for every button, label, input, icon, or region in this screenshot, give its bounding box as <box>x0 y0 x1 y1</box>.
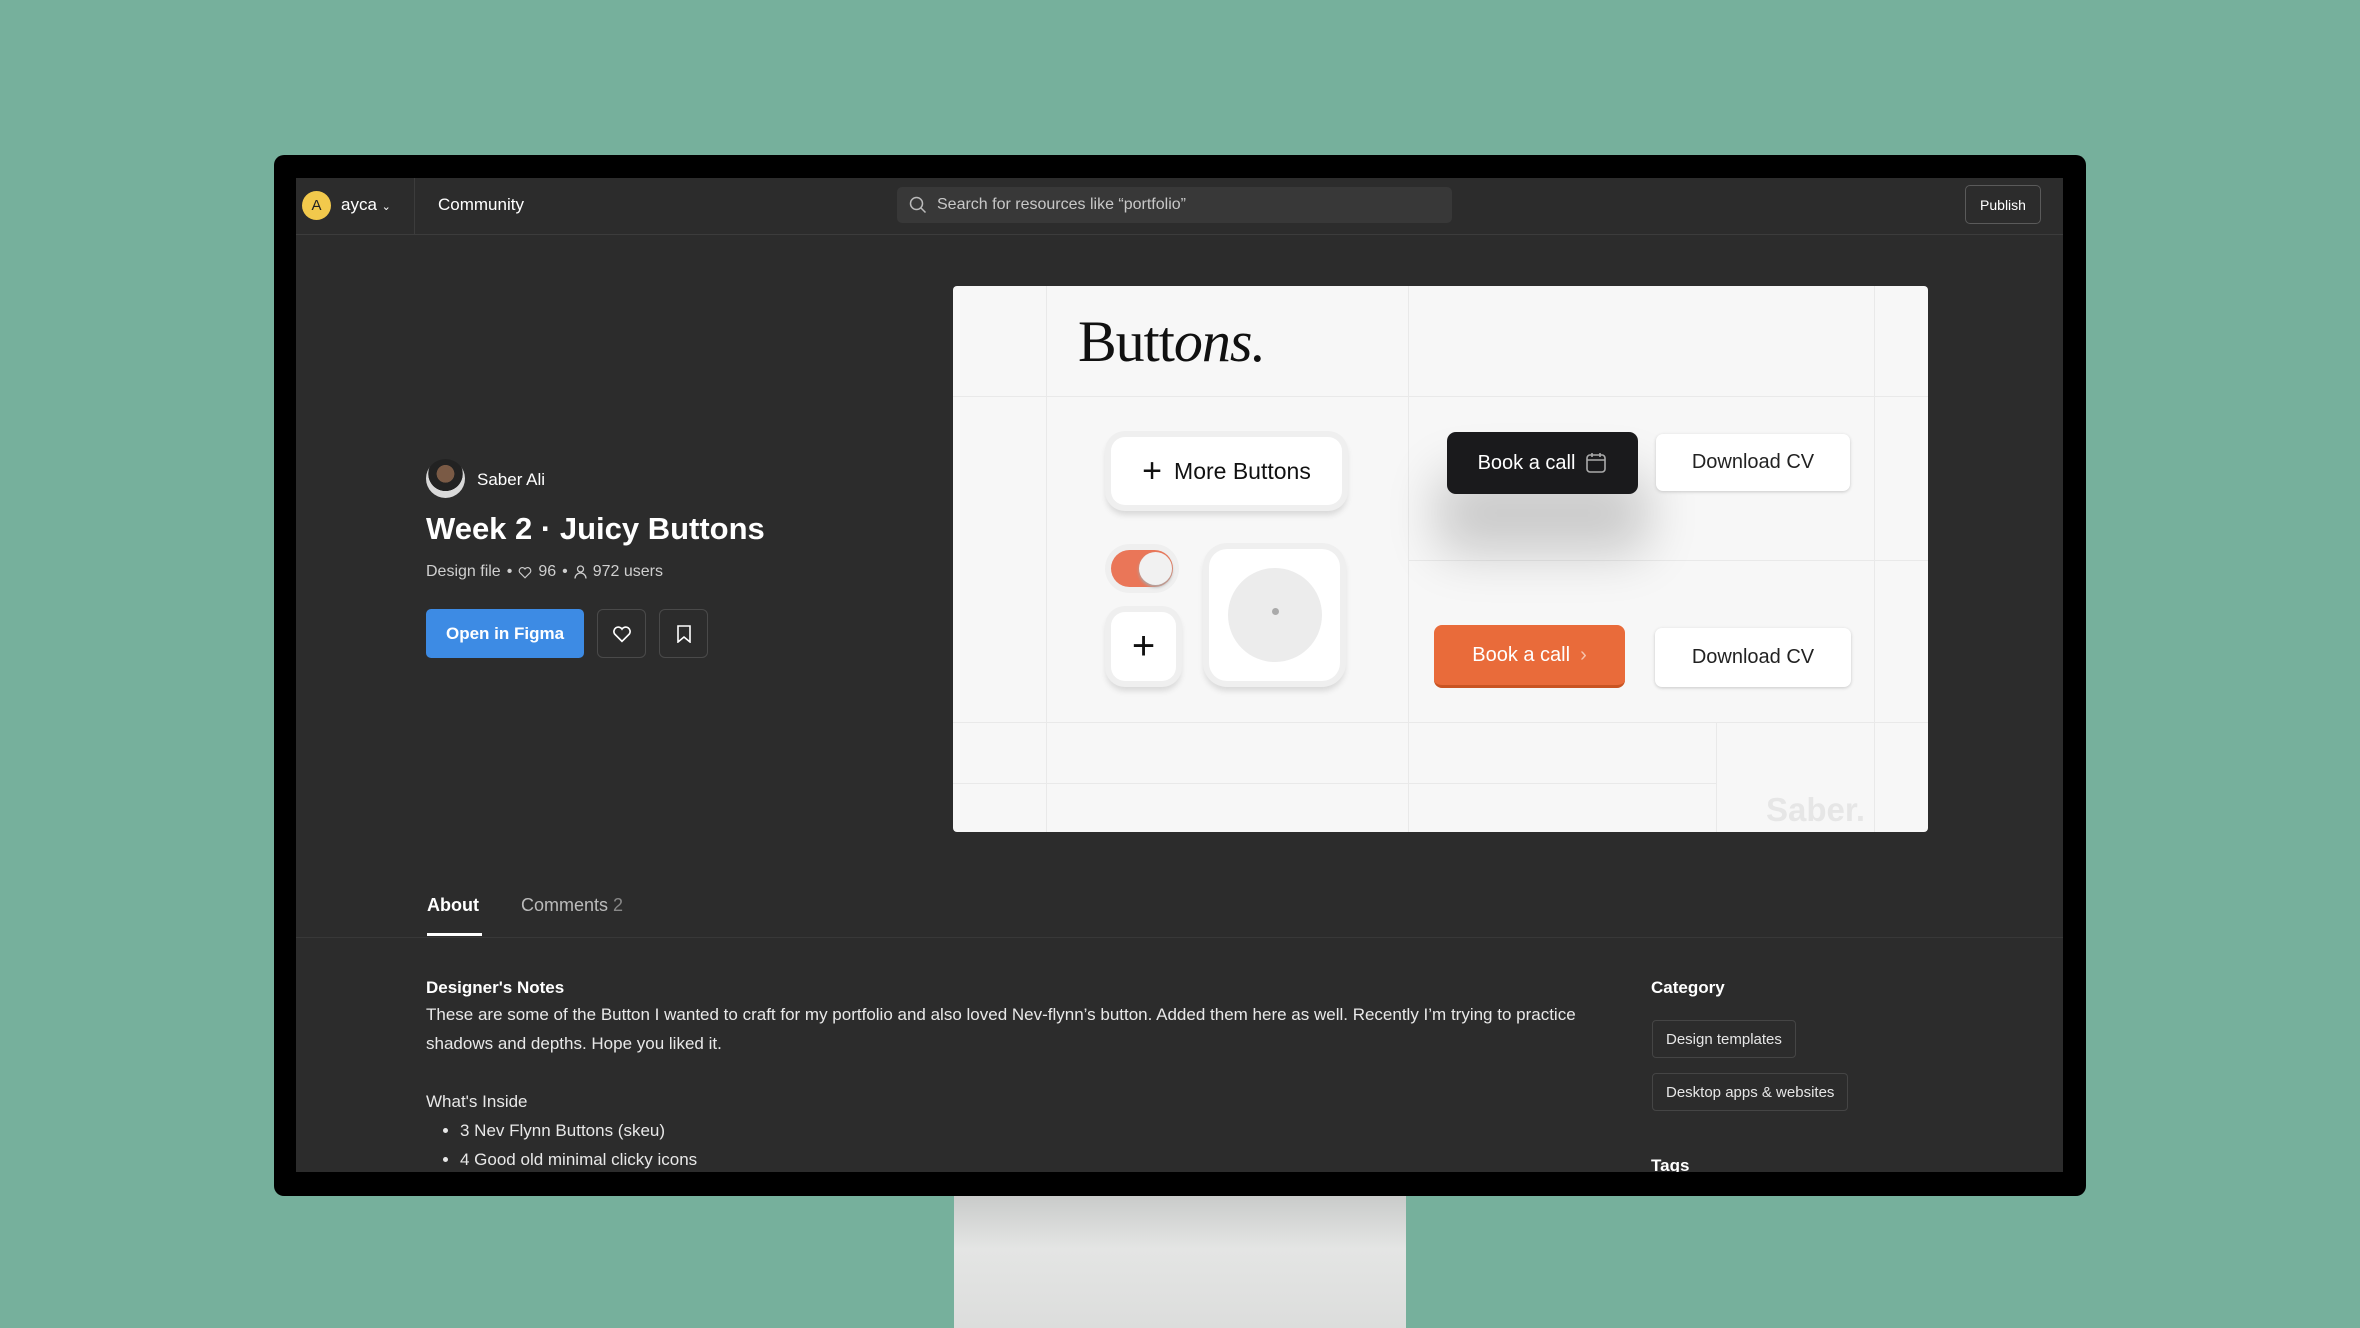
bookmark-icon <box>676 624 691 643</box>
category-heading: Category <box>1651 978 1725 997</box>
search-icon <box>909 196 927 214</box>
book-call-dark-sample: Book a call <box>1447 432 1638 494</box>
heart-icon <box>518 566 532 579</box>
download-cv-sample: Download CV <box>1656 434 1850 491</box>
open-in-figma-button[interactable]: Open in Figma <box>426 609 584 658</box>
toggle-sample <box>1111 550 1173 587</box>
calendar-icon <box>1586 453 1607 473</box>
username: ayca <box>341 195 377 214</box>
file-meta: Design file • 96 • 972 users <box>426 563 663 580</box>
chevron-right-icon: › <box>1580 643 1587 666</box>
publish-button[interactable]: Publish <box>1965 185 2041 224</box>
divider <box>296 937 2063 938</box>
file-preview[interactable]: Buttons. + More Buttons + Book a call Dow… <box>953 286 1928 832</box>
comment-count: 2 <box>613 895 624 915</box>
bookmark-button[interactable] <box>659 609 708 658</box>
category-chip[interactable]: Design templates <box>1652 1020 1796 1058</box>
monitor-stand <box>954 1196 1406 1328</box>
preview-logo: Buttons. <box>1078 309 1266 374</box>
search-input[interactable]: Search for resources like “portfolio” <box>897 187 1452 223</box>
tab-comments[interactable]: Comments 2 <box>521 895 623 916</box>
account-switcher[interactable]: ayca ⌄ <box>341 195 391 215</box>
saber-watermark: Saber. <box>1766 791 1866 828</box>
author-name[interactable]: Saber Ali <box>477 470 545 490</box>
user-avatar[interactable]: A <box>302 191 331 220</box>
dial-sample <box>1209 549 1340 681</box>
active-tab-indicator <box>427 933 482 936</box>
tab-about[interactable]: About <box>427 895 479 916</box>
book-call-orange-sample: Book a call › <box>1434 625 1625 688</box>
file-type: Design file <box>426 563 501 580</box>
search-placeholder: Search for resources like “portfolio” <box>937 196 1186 213</box>
community-link[interactable]: Community <box>438 195 524 215</box>
chevron-down-icon: ⌄ <box>381 201 391 213</box>
download-cv-sample: Download CV <box>1655 628 1851 687</box>
top-bar: A ayca ⌄ Community Search for resources … <box>296 178 2063 235</box>
divider <box>414 178 415 235</box>
user-count: 972 users <box>592 563 663 580</box>
notes-text: These are some of the Button I wanted to… <box>426 1005 1576 1053</box>
file-title: Week 2 · Juicy Buttons <box>426 511 765 546</box>
plus-button-sample: + <box>1111 612 1176 681</box>
like-button[interactable] <box>597 609 646 658</box>
category-chip[interactable]: Desktop apps & websites <box>1652 1073 1849 1111</box>
author-avatar[interactable] <box>426 459 465 498</box>
tags-heading: Tags <box>1651 1156 1690 1172</box>
heart-icon <box>612 625 631 643</box>
more-buttons-sample: + More Buttons <box>1111 437 1342 505</box>
plus-icon: + <box>1142 451 1163 490</box>
like-count: 96 <box>538 563 557 580</box>
list-item: 3 Nev Flynn Buttons (skeu) <box>460 1116 1886 1145</box>
plus-icon: + <box>1131 624 1156 668</box>
screen: A ayca ⌄ Community Search for resources … <box>296 178 2063 1172</box>
user-icon <box>574 565 587 579</box>
